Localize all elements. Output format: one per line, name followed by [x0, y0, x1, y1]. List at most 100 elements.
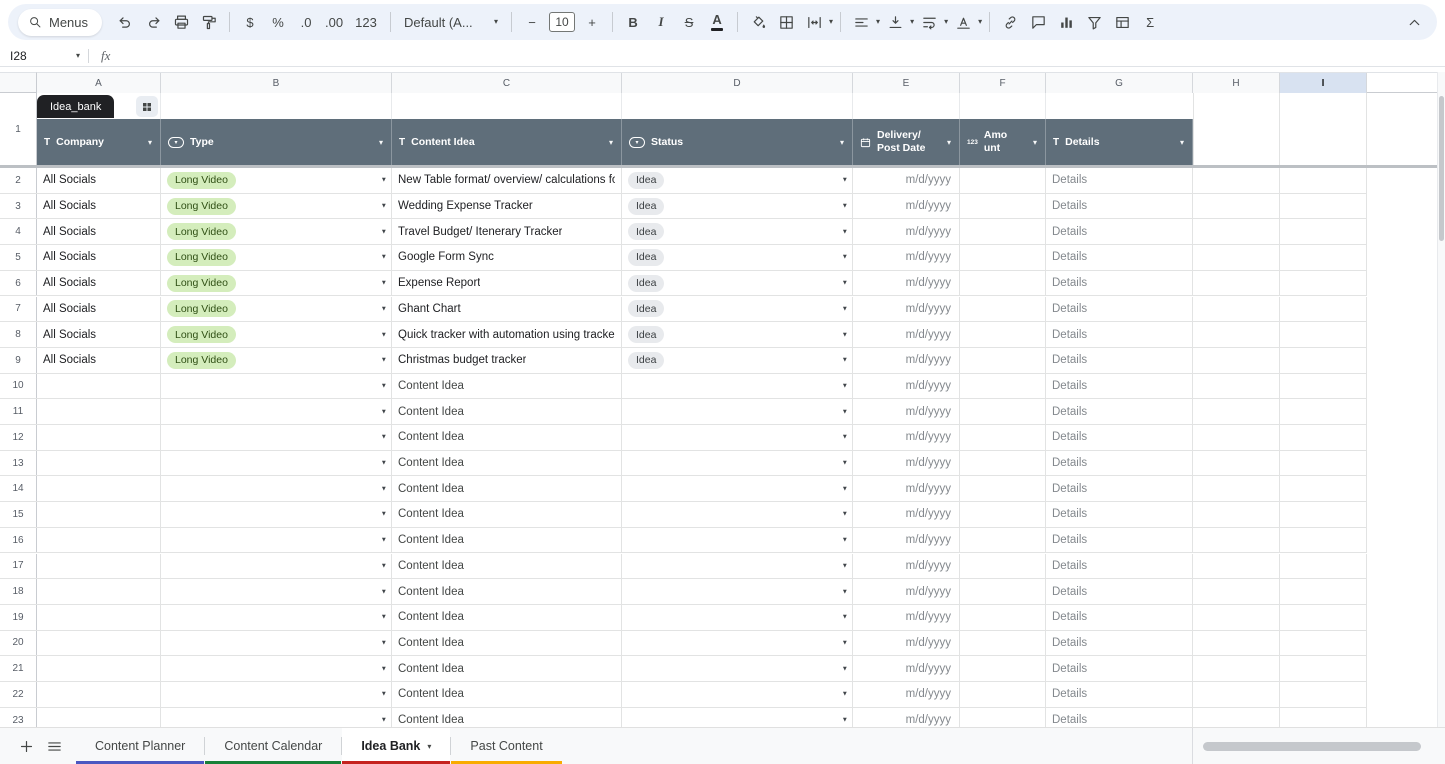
- cell-D16[interactable]: ▼: [622, 528, 853, 553]
- cell-G5[interactable]: Details: [1046, 245, 1193, 270]
- cell-dropdown-icon[interactable]: ▼: [842, 588, 848, 595]
- cell-E13[interactable]: m/d/yyyy: [853, 451, 960, 476]
- insert-link-button[interactable]: [997, 9, 1023, 35]
- status-chip[interactable]: Idea: [628, 300, 664, 317]
- cell-I10[interactable]: [1280, 374, 1367, 399]
- column-header-A[interactable]: A: [37, 73, 161, 93]
- cell-G6[interactable]: Details: [1046, 271, 1193, 296]
- chevron-down-icon[interactable]: ▾: [910, 18, 914, 26]
- cell-B12[interactable]: ▼: [161, 425, 392, 450]
- type-chip[interactable]: Long Video: [167, 275, 236, 292]
- cell-E22[interactable]: m/d/yyyy: [853, 682, 960, 707]
- column-header-I[interactable]: I: [1280, 73, 1367, 93]
- cell-H1[interactable]: [1193, 93, 1280, 165]
- redo-button[interactable]: [140, 9, 166, 35]
- cell-E15[interactable]: m/d/yyyy: [853, 502, 960, 527]
- cell-F20[interactable]: [960, 631, 1046, 656]
- cell-F5[interactable]: [960, 245, 1046, 270]
- cell-F2[interactable]: [960, 168, 1046, 193]
- cell-H3[interactable]: [1193, 194, 1280, 219]
- table-header-status[interactable]: ▾Status▾: [622, 119, 853, 165]
- cell-F3[interactable]: [960, 194, 1046, 219]
- cell-dropdown-icon[interactable]: ▼: [381, 665, 387, 672]
- cell-B2[interactable]: Long Video▼: [161, 168, 392, 193]
- cell-I4[interactable]: [1280, 219, 1367, 244]
- cell-C3[interactable]: Wedding Expense Tracker: [392, 194, 622, 219]
- row-header-17[interactable]: 17: [0, 554, 37, 579]
- cell-D10[interactable]: ▼: [622, 374, 853, 399]
- merge-cells-button[interactable]: [801, 9, 827, 35]
- table-header-type[interactable]: ▾Type▾: [161, 119, 392, 165]
- cell-B7[interactable]: Long Video▼: [161, 297, 392, 322]
- cell-A6[interactable]: All Socials: [37, 271, 161, 296]
- cell-A10[interactable]: [37, 374, 161, 399]
- cell-B8[interactable]: Long Video ▼: [161, 322, 392, 347]
- insert-comment-button[interactable]: [1025, 9, 1051, 35]
- type-chip[interactable]: Long Video: [167, 352, 236, 369]
- cell-E2[interactable]: m/d/yyyy: [853, 168, 960, 193]
- fill-color-button[interactable]: [745, 9, 771, 35]
- status-chip[interactable]: Idea: [628, 249, 664, 266]
- cell-H9[interactable]: [1193, 348, 1280, 373]
- cell-C11[interactable]: Content Idea: [392, 399, 622, 424]
- type-chip[interactable]: Long Video: [167, 326, 236, 343]
- cell-C4[interactable]: Travel Budget/ Itenerary Tracker: [392, 219, 622, 244]
- horizontal-scrollbar-thumb[interactable]: [1203, 742, 1421, 751]
- format-currency-button[interactable]: $: [237, 9, 263, 35]
- column-header-B[interactable]: B: [161, 73, 392, 93]
- cell-G23[interactable]: Details: [1046, 708, 1193, 727]
- cell-dropdown-icon[interactable]: ▼: [381, 280, 387, 287]
- type-chip[interactable]: Long Video: [167, 172, 236, 189]
- cell-H17[interactable]: [1193, 554, 1280, 579]
- cell-dropdown-icon[interactable]: ▼: [381, 691, 387, 698]
- cell-dropdown-icon[interactable]: ▼: [842, 177, 848, 184]
- cell-G18[interactable]: Details: [1046, 579, 1193, 604]
- chevron-down-icon[interactable]: ▾: [379, 138, 383, 147]
- row-header-12[interactable]: 12: [0, 425, 37, 450]
- cell-H18[interactable]: [1193, 579, 1280, 604]
- cell-G12[interactable]: Details: [1046, 425, 1193, 450]
- cell-F4[interactable]: [960, 219, 1046, 244]
- cell-B20[interactable]: ▼: [161, 631, 392, 656]
- cell-I9[interactable]: [1280, 348, 1367, 373]
- cell-G21[interactable]: Details: [1046, 656, 1193, 681]
- font-size-input[interactable]: 10: [549, 12, 575, 32]
- sheet-tab-content-planner[interactable]: Content Planner: [76, 728, 204, 764]
- cell-H16[interactable]: [1193, 528, 1280, 553]
- cell-I3[interactable]: [1280, 194, 1367, 219]
- cell-H12[interactable]: [1193, 425, 1280, 450]
- table-header-company[interactable]: TCompany▾: [37, 119, 161, 165]
- cell-E9[interactable]: m/d/yyyy: [853, 348, 960, 373]
- cell-dropdown-icon[interactable]: ▼: [381, 331, 387, 338]
- cell-dropdown-icon[interactable]: ▼: [842, 382, 848, 389]
- cell-E23[interactable]: m/d/yyyy: [853, 708, 960, 727]
- cell-B6[interactable]: Long Video ▼: [161, 271, 392, 296]
- cell-E16[interactable]: m/d/yyyy: [853, 528, 960, 553]
- cell-dropdown-icon[interactable]: ▼: [381, 639, 387, 646]
- row-header-6[interactable]: 6: [0, 271, 37, 296]
- cell-dropdown-icon[interactable]: ▼: [842, 485, 848, 492]
- cell-dropdown-icon[interactable]: ▼: [381, 408, 387, 415]
- cell-B11[interactable]: ▼: [161, 399, 392, 424]
- cell-C12[interactable]: Content Idea: [392, 425, 622, 450]
- cell-dropdown-icon[interactable]: ▼: [381, 228, 387, 235]
- cell-G14[interactable]: Details: [1046, 476, 1193, 501]
- cell-F11[interactable]: [960, 399, 1046, 424]
- cell-E5[interactable]: m/d/yyyy: [853, 245, 960, 270]
- cell-dropdown-icon[interactable]: ▼: [381, 305, 387, 312]
- cell-dropdown-icon[interactable]: ▼: [842, 434, 848, 441]
- menus-search-button[interactable]: Menus: [18, 9, 102, 36]
- cell-dropdown-icon[interactable]: ▼: [381, 460, 387, 467]
- cell-I12[interactable]: [1280, 425, 1367, 450]
- cell-I18[interactable]: [1280, 579, 1367, 604]
- cell-C7[interactable]: Ghant Chart: [392, 297, 622, 322]
- cell-D8[interactable]: Idea▼: [622, 322, 853, 347]
- cell-B17[interactable]: ▼: [161, 554, 392, 579]
- row-header-5[interactable]: 5: [0, 245, 37, 270]
- cell-D9[interactable]: Idea▼: [622, 348, 853, 373]
- cell-H14[interactable]: [1193, 476, 1280, 501]
- status-chip[interactable]: Idea: [628, 326, 664, 343]
- cell-A18[interactable]: [37, 579, 161, 604]
- cell-A15[interactable]: [37, 502, 161, 527]
- cell-H15[interactable]: [1193, 502, 1280, 527]
